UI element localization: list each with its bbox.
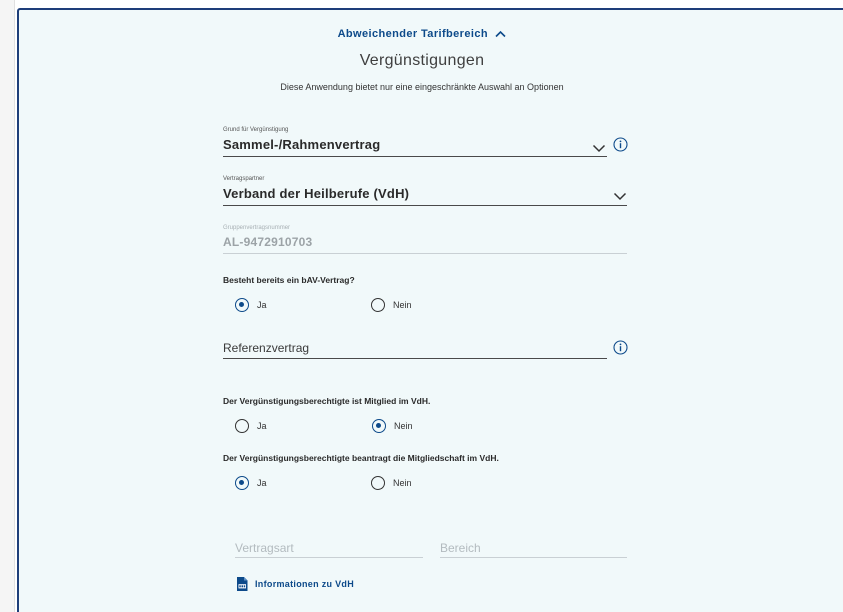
bav-nein-label: Nein: [393, 300, 412, 310]
bereich-field: Bereich: [440, 539, 627, 557]
beantragt-nein-label: Nein: [393, 478, 412, 488]
gruppe-label: Gruppenvertragsnummer: [223, 225, 291, 231]
bav-nein-radio[interactable]: [371, 298, 385, 312]
mitglied-option-nein[interactable]: Nein: [372, 419, 413, 433]
left-pane: [0, 0, 15, 612]
informationen-vdh-link[interactable]: Informationen zu VdH: [235, 576, 354, 592]
bereich-underline: [440, 557, 627, 558]
mitglied-ja-radio[interactable]: [235, 419, 249, 433]
grund-label: Grund für Vergünstigung: [223, 127, 289, 133]
chevron-down-icon: [613, 192, 627, 201]
chevron-up-icon: [495, 30, 506, 38]
grund-select[interactable]: Sammel-/Rahmenvertrag: [223, 136, 607, 156]
partner-select[interactable]: Verband der Heilberufe (VdH): [223, 185, 627, 205]
bav-option-nein[interactable]: Nein: [371, 298, 412, 312]
vertragsart-underline: [235, 557, 423, 558]
partner-value: Verband der Heilberufe (VdH): [223, 186, 410, 201]
section-subtitle: Diese Anwendung bietet nur eine eingesch…: [280, 82, 564, 92]
beantragt-option-nein[interactable]: Nein: [371, 476, 412, 490]
referenz-info-icon[interactable]: [613, 340, 628, 355]
abweichender-tarifbereich-toggle[interactable]: Abweichender Tarifbereich: [19, 28, 825, 40]
mitglied-option-ja[interactable]: Ja: [235, 419, 267, 433]
pdf-icon: [237, 577, 248, 591]
referenzvertrag-placeholder: Referenzvertrag: [223, 341, 310, 355]
section-title: Vergünstigungen: [359, 52, 485, 69]
referenzvertrag-input[interactable]: Referenzvertrag: [223, 339, 607, 359]
gruppe-underline: [223, 253, 627, 254]
beantragt-ja-label: Ja: [257, 478, 267, 488]
bav-ja-label: Ja: [257, 300, 267, 310]
mitglied-nein-label: Nein: [394, 421, 413, 431]
mitglied-ja-label: Ja: [257, 421, 267, 431]
mitglied-question: Der Vergünstigungsberechtigte ist Mitgli…: [223, 396, 431, 406]
beantragt-nein-radio[interactable]: [371, 476, 385, 490]
verguenstigungen-panel: Abweichender Tarifbereich Vergünstigunge…: [17, 8, 843, 612]
bav-question: Besteht bereits ein bAV-Vertrag?: [223, 275, 355, 285]
grund-value: Sammel-/Rahmenvertrag: [223, 137, 381, 152]
mitglied-nein-radio[interactable]: [372, 419, 386, 433]
gruppe-value: AL-9472910703: [223, 235, 313, 249]
referenz-underline: [223, 358, 607, 359]
chevron-down-icon: [592, 144, 606, 153]
vertragsart-placeholder: Vertragsart: [235, 541, 294, 555]
grund-info-icon[interactable]: [613, 137, 628, 152]
bav-ja-radio[interactable]: [235, 298, 249, 312]
grund-underline: [223, 156, 607, 157]
beantragt-question: Der Vergünstigungsberechtigte beantragt …: [223, 453, 499, 463]
partner-label: Vertragspartner: [223, 176, 265, 182]
beantragt-option-ja[interactable]: Ja: [235, 476, 267, 490]
bereich-placeholder: Bereich: [440, 541, 481, 555]
partner-underline: [223, 205, 627, 206]
toggle-label: Abweichender Tarifbereich: [337, 28, 488, 40]
vertragsart-field: Vertragsart: [235, 539, 423, 557]
informationen-vdh-label: Informationen zu VdH: [255, 579, 354, 589]
beantragt-ja-radio[interactable]: [235, 476, 249, 490]
bav-option-ja[interactable]: Ja: [235, 298, 267, 312]
